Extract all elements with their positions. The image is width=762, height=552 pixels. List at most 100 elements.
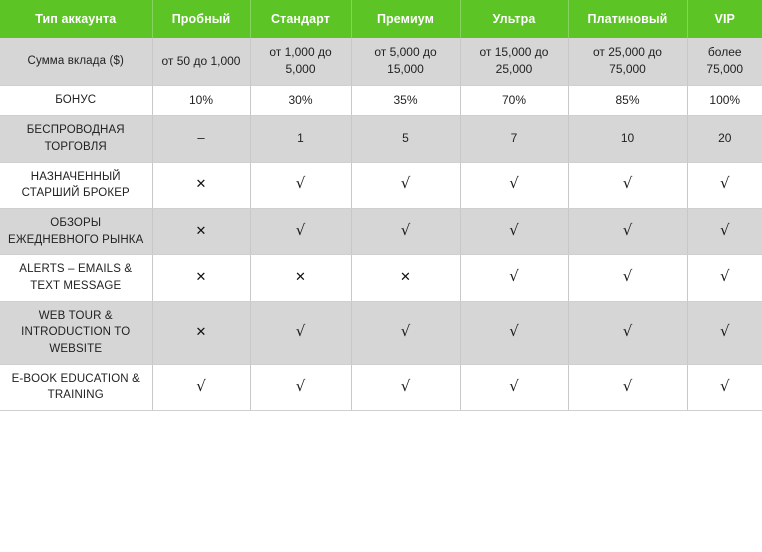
cell-premium: 5 <box>351 115 461 163</box>
check-glyph: √ <box>622 321 633 340</box>
table-row: БОНУС 10% 30% 35% 70% 85% 100% <box>0 85 762 117</box>
cell-value: 7 <box>510 131 518 146</box>
check-icon: √ <box>687 301 762 365</box>
cross-icon: ✕ <box>152 208 251 256</box>
cross-glyph: ✕ <box>195 177 207 193</box>
cross-glyph: ✕ <box>295 270 306 286</box>
dash-glyph: – <box>197 130 205 146</box>
column-header-vip: VIP <box>687 0 762 38</box>
cell-value: от 1,000 до 5,000 <box>269 45 332 77</box>
check-icon: √ <box>351 208 461 256</box>
check-icon: √ <box>460 162 569 209</box>
column-header-platinum: Платиновый <box>568 0 688 38</box>
check-icon: √ <box>687 254 762 302</box>
check-icon: √ <box>250 364 352 411</box>
check-icon: √ <box>568 162 688 209</box>
cell-value: 5 <box>402 131 409 146</box>
feature-label: ОБЗОРЫ ЕЖЕДНЕВНОГО РЫНКА <box>0 208 153 256</box>
cross-glyph: ✕ <box>195 270 207 286</box>
cell-value: от 25,000 до 75,000 <box>593 45 662 77</box>
check-glyph: √ <box>622 376 633 395</box>
cell-platinum: 85% <box>568 85 688 117</box>
cross-glyph: ✕ <box>195 324 207 340</box>
check-icon: √ <box>568 208 688 256</box>
column-header-ultra: Ультра <box>460 0 569 38</box>
cell-value: 35% <box>393 92 418 107</box>
table-row: ALERTS – EMAILS & TEXT MESSAGE ✕ ✕ ✕ √ √ √ <box>0 254 762 302</box>
check-glyph: √ <box>400 376 411 395</box>
feature-label: ALERTS – EMAILS & TEXT MESSAGE <box>0 254 153 302</box>
cell-ultra: 70% <box>460 85 569 117</box>
cross-glyph: ✕ <box>400 270 411 286</box>
table-row: Сумма вклада ($) от 50 до 1,000 от 1,000 д… <box>0 38 762 86</box>
check-glyph: √ <box>400 174 411 193</box>
cell-value: более 75,000 <box>706 45 744 77</box>
cell-premium: от 5,000 до 15,000 <box>351 38 461 86</box>
feature-label: БОНУС <box>0 85 153 117</box>
check-icon: √ <box>568 301 688 365</box>
check-glyph: √ <box>622 267 633 286</box>
cell-value: 1 <box>297 131 304 146</box>
check-glyph: √ <box>295 174 306 193</box>
table-row: НАЗНАЧЕННЫЙ СТАРШИЙ БРОКЕР ✕ √ √ √ √ √ <box>0 162 762 209</box>
cross-glyph: ✕ <box>195 223 207 239</box>
check-glyph: √ <box>295 321 306 340</box>
check-icon: √ <box>351 301 461 365</box>
column-header-label: Тип аккаунта <box>0 0 153 38</box>
cross-icon: ✕ <box>152 162 251 209</box>
check-icon: √ <box>568 254 688 302</box>
check-glyph: √ <box>295 220 306 239</box>
cross-icon: ✕ <box>152 254 251 302</box>
table-row: E-BOOK EDUCATION & TRAINING √ √ √ √ √ √ <box>0 364 762 411</box>
table-header: Тип аккаунта Пробный Стандарт Премиум Ультра… <box>0 0 762 38</box>
check-glyph: √ <box>509 376 519 395</box>
check-glyph: √ <box>509 220 519 239</box>
table-row: WEB TOUR & INTRODUCTION TO WEBSITE ✕ √ √ √ √ √ <box>0 301 762 365</box>
cell-vip: 100% <box>687 85 762 117</box>
cell-ultra: 7 <box>460 115 569 163</box>
check-glyph: √ <box>719 267 730 286</box>
cell-value: 20 <box>718 131 732 146</box>
column-header-standard: Стандарт <box>250 0 352 38</box>
cross-icon: ✕ <box>152 301 251 365</box>
cross-icon: ✕ <box>250 254 352 302</box>
column-header-premium: Премиум <box>351 0 461 38</box>
feature-label: Сумма вклада ($) <box>0 38 153 86</box>
cell-premium: 35% <box>351 85 461 117</box>
cell-vip: 20 <box>687 115 762 163</box>
check-icon: √ <box>460 301 569 365</box>
cell-standard: 1 <box>250 115 352 163</box>
check-icon: √ <box>351 364 461 411</box>
feature-label: E-BOOK EDUCATION & TRAINING <box>0 364 153 411</box>
cell-platinum: 10 <box>568 115 688 163</box>
cross-icon: ✕ <box>351 254 461 302</box>
check-glyph: √ <box>400 220 411 239</box>
check-glyph: √ <box>509 174 519 193</box>
table-row: БЕСПРОВОДНАЯ ТОРГОВЛЯ – 1 5 7 10 20 <box>0 115 762 163</box>
check-glyph: √ <box>196 376 206 395</box>
cell-standard: от 1,000 до 5,000 <box>250 38 352 86</box>
cell-value: 10 <box>620 131 635 146</box>
check-icon: √ <box>568 364 688 411</box>
cell-value: 100% <box>709 92 741 107</box>
feature-label: WEB TOUR & INTRODUCTION TO WEBSITE <box>0 301 153 365</box>
cell-value: 10% <box>188 92 214 107</box>
table-header-row: Тип аккаунта Пробный Стандарт Премиум Ультра… <box>0 0 762 38</box>
check-icon: √ <box>250 208 352 256</box>
table-row: ОБЗОРЫ ЕЖЕДНЕВНОГО РЫНКА ✕ √ √ √ √ √ <box>0 208 762 256</box>
check-icon: √ <box>351 162 461 209</box>
cell-standard: 30% <box>250 85 352 117</box>
check-glyph: √ <box>719 376 730 395</box>
table-body: Сумма вклада ($) от 50 до 1,000 от 1,000 д… <box>0 38 762 411</box>
check-icon: √ <box>460 208 569 256</box>
cell-ultra: от 15,000 до 25,000 <box>460 38 569 86</box>
check-icon: √ <box>460 254 569 302</box>
cell-platinum: от 25,000 до 75,000 <box>568 38 688 86</box>
column-header-trial: Пробный <box>152 0 251 38</box>
check-icon: √ <box>687 364 762 411</box>
check-glyph: √ <box>295 376 306 395</box>
cell-value: 30% <box>288 92 313 107</box>
cell-value: от 15,000 до 25,000 <box>479 45 549 77</box>
cell-vip: более 75,000 <box>687 38 762 86</box>
check-icon: √ <box>250 162 352 209</box>
